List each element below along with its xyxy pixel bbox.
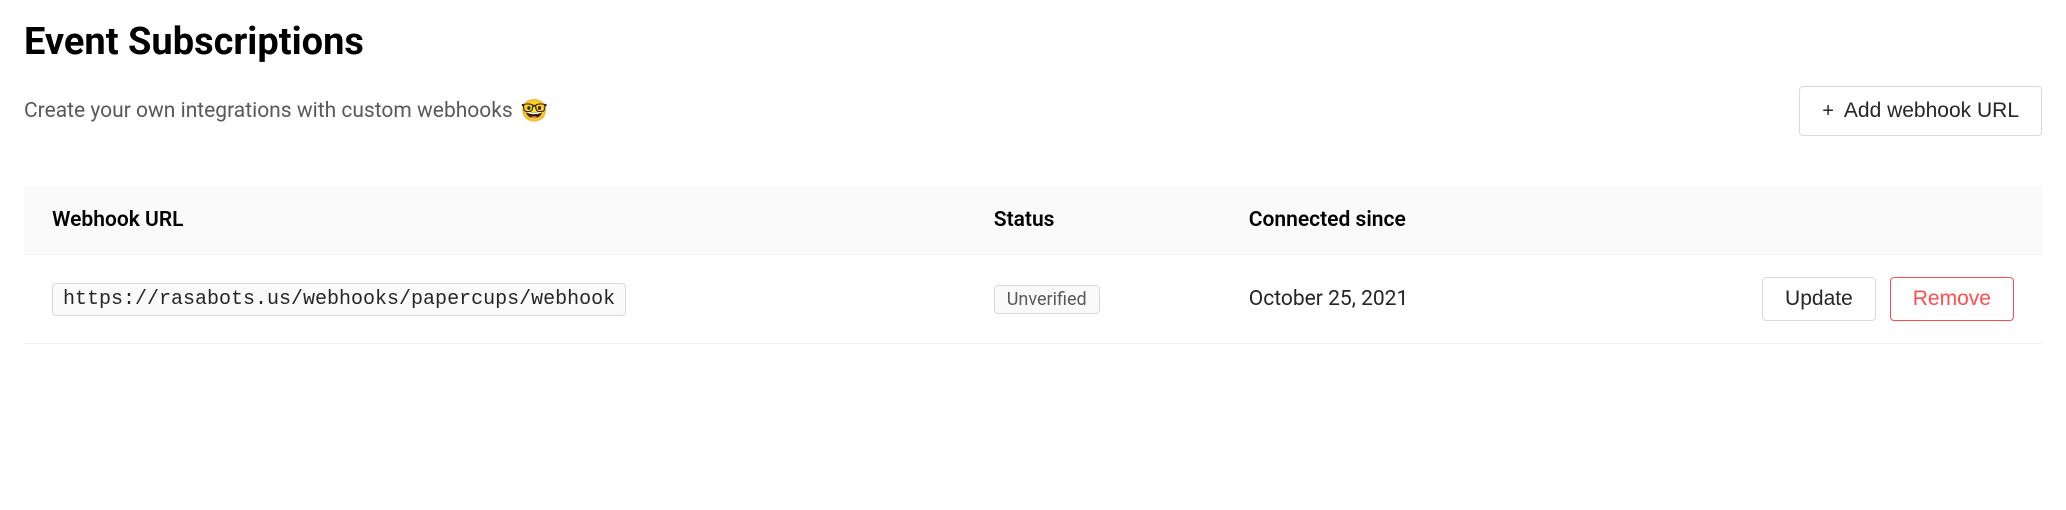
nerd-face-emoji: 🤓 [521,99,548,124]
webhook-url-code: https://rasabots.us/webhooks/papercups/w… [52,283,626,316]
page-subtitle: Create your own integrations with custom… [24,99,548,124]
page-title: Event Subscriptions [24,20,2042,64]
status-badge: Unverified [994,285,1100,314]
cell-actions: Update Remove [1602,277,2014,321]
column-header-status: Status [994,208,1249,232]
add-webhook-label: Add webhook URL [1844,99,2019,123]
connected-date: October 25, 2021 [1249,287,1409,311]
page-header: Event Subscriptions Create your own inte… [24,20,2042,136]
webhooks-table: Webhook URL Status Connected since https… [24,186,2042,344]
remove-button[interactable]: Remove [1890,277,2014,321]
add-webhook-button[interactable]: + Add webhook URL [1799,86,2042,136]
column-header-actions [1602,208,2014,232]
cell-status: Unverified [994,285,1249,314]
subtitle-text: Create your own integrations with custom… [24,99,513,123]
table-header: Webhook URL Status Connected since [24,186,2042,255]
column-header-url: Webhook URL [52,208,994,232]
cell-url: https://rasabots.us/webhooks/papercups/w… [52,283,994,316]
plus-icon: + [1822,100,1834,123]
cell-connected: October 25, 2021 [1249,287,1602,311]
column-header-connected: Connected since [1249,208,1602,232]
update-button[interactable]: Update [1762,277,1876,321]
table-row: https://rasabots.us/webhooks/papercups/w… [24,255,2042,344]
header-row: Create your own integrations with custom… [24,86,2042,136]
